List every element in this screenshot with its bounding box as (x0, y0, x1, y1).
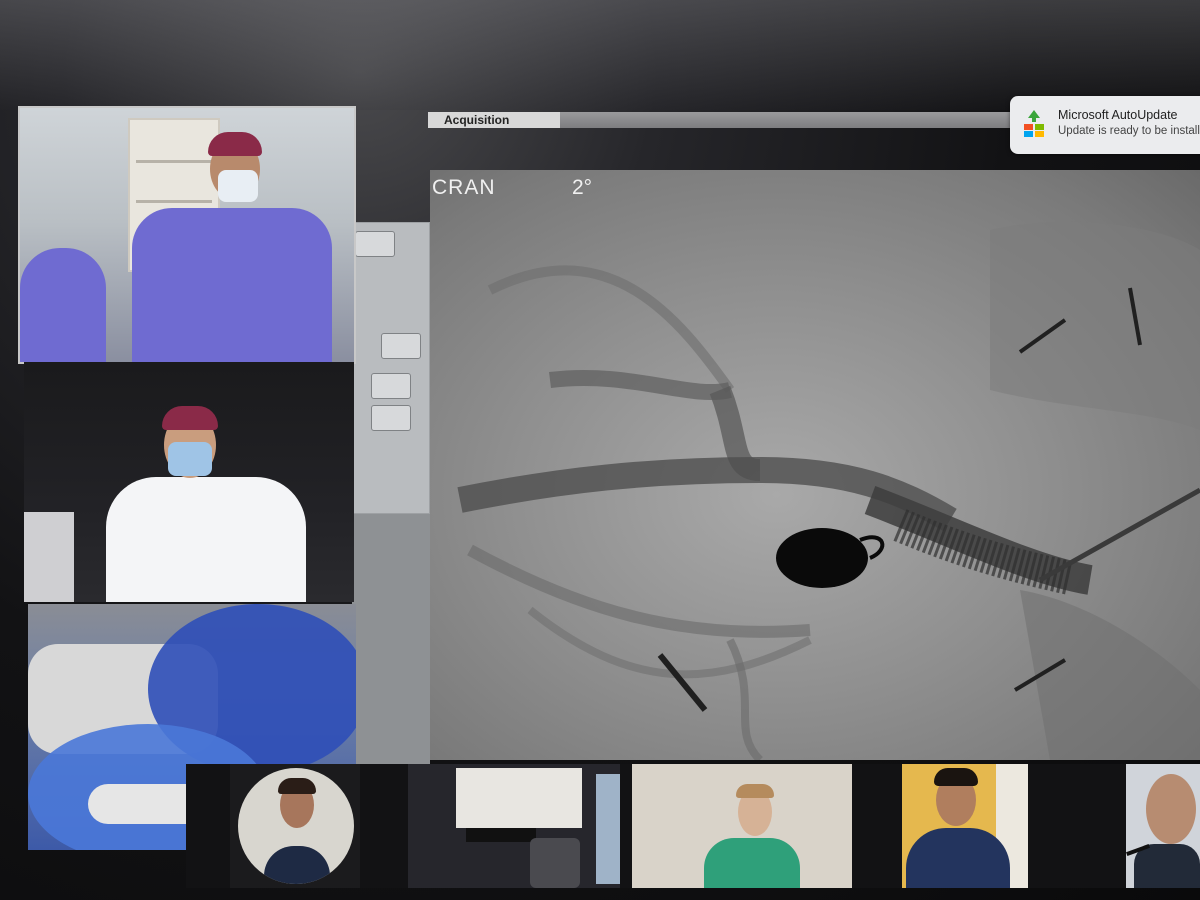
video-tile-physician[interactable] (24, 362, 354, 602)
green-scrubs (704, 838, 800, 888)
panel-button-3[interactable] (371, 373, 411, 399)
participant-tile-empty-room[interactable] (408, 764, 620, 888)
angle-label: 2° (572, 176, 593, 199)
control-panel-lower (352, 514, 430, 764)
dark-suit (1134, 844, 1200, 888)
panel-button-2[interactable] (381, 333, 421, 359)
participant-tile-speaker-mic[interactable] (1126, 764, 1200, 888)
coil-mass (776, 528, 868, 588)
participant-tile-man-suit[interactable] (230, 764, 360, 888)
office-chair (530, 838, 580, 888)
person-left-scrubs (20, 248, 106, 362)
physician-white-coat (106, 477, 306, 602)
physician-cap (162, 406, 218, 430)
video-tile-surgeon[interactable] (18, 106, 356, 364)
panel-button-4[interactable] (371, 405, 411, 431)
surgeon-body (132, 208, 332, 362)
participant-tile-smiling-jacket[interactable] (902, 764, 1028, 888)
surgeon-mask (218, 170, 258, 202)
angiogram-image (457, 221, 1200, 760)
acquisition-label: Acquisition (428, 112, 560, 128)
notification-message: Update is ready to be installe (1058, 125, 1200, 137)
panel-button-1[interactable] (355, 231, 395, 257)
laptop-screen: Acquisition CRAN 2° Microsoft AutoUpdate… (0, 0, 1200, 900)
notification-title: Microsoft AutoUpdate (1058, 108, 1178, 122)
participant-head (1146, 774, 1196, 844)
shelf (466, 828, 536, 842)
navy-jacket (906, 828, 1010, 888)
autoupdate-notification[interactable]: Microsoft AutoUpdate Update is ready to … (1010, 96, 1200, 154)
physician-mask (168, 442, 212, 476)
fluoroscopy-view: CRAN 2° (430, 170, 1200, 760)
microsoft-autoupdate-icon (1024, 110, 1044, 137)
screen-reflection (0, 0, 1200, 110)
wall-art (456, 768, 582, 828)
avatar (238, 768, 354, 884)
door-frame (24, 512, 74, 602)
projection-label: CRAN (432, 176, 496, 199)
angio-control-panel (352, 222, 430, 514)
participant-strip (186, 764, 1200, 888)
participant-tile-green-scrubs[interactable] (632, 764, 852, 888)
person-edge (596, 774, 620, 884)
surgeon-cap (208, 132, 262, 156)
